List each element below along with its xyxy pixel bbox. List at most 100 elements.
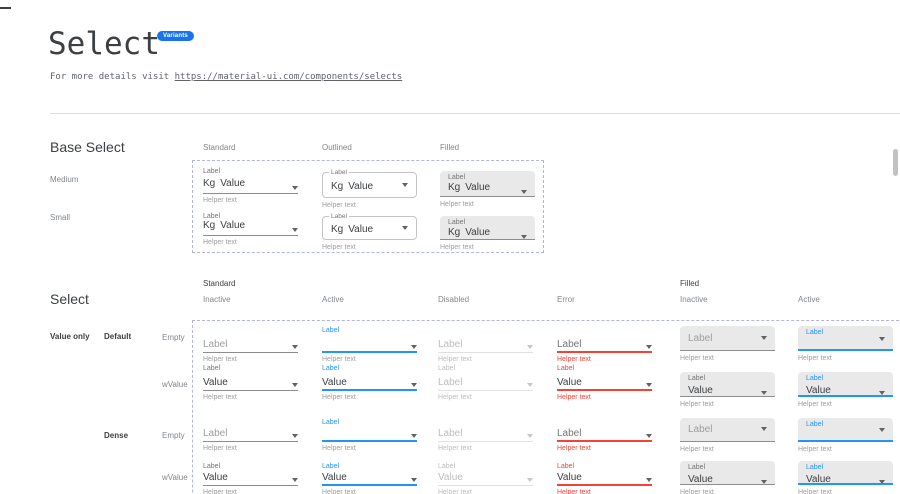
helper-text: Helper text — [203, 394, 298, 402]
select-control[interactable]: Label Value — [798, 372, 893, 397]
helper-text: Helper text — [440, 201, 535, 209]
dropdown-arrow-icon — [402, 183, 408, 187]
select-control[interactable]: Value — [557, 471, 652, 486]
select-control[interactable]: Label KgValue — [322, 172, 417, 198]
select-control: Value — [438, 471, 533, 486]
dropdown-arrow-icon — [292, 434, 298, 438]
rowlab-small: Small — [50, 213, 70, 222]
dropdown-arrow-icon — [879, 337, 885, 341]
filled-active-empty-default: Label Helper text — [798, 326, 893, 363]
dropdown-arrow-icon — [521, 235, 527, 239]
subtitle-text: For more details visit — [50, 72, 175, 82]
std-error-wvalue-dense: Label Value Helper text — [557, 462, 652, 494]
helper-text: Helper text — [798, 446, 893, 454]
select-value: Value — [203, 377, 228, 388]
helper-text: Helper text — [203, 489, 298, 494]
base-standard-small-select: Label KgValue Helper text — [203, 212, 298, 247]
select-control[interactable]: Label — [680, 326, 775, 351]
vertical-scrollbar[interactable] — [893, 149, 898, 176]
dropdown-arrow-icon — [527, 383, 533, 387]
rowlab-medium: Medium — [50, 175, 78, 184]
helper-text: Helper text — [798, 489, 893, 494]
dropdown-arrow-icon — [411, 383, 417, 387]
rowlab-empty-default: Empty — [162, 333, 185, 342]
helper-text: Helper text — [203, 197, 298, 205]
select-control[interactable]: Label — [798, 418, 893, 442]
dropdown-arrow-icon — [292, 345, 298, 349]
dropdown-arrow-icon — [879, 428, 885, 432]
filled-inactive-wvalue-dense: Label Value Helper text — [680, 461, 775, 494]
select-control[interactable]: Label — [557, 427, 652, 442]
select-control[interactable]: Value — [322, 373, 417, 391]
floating-label: Label — [806, 463, 885, 472]
select-value: Value — [557, 377, 582, 388]
dropdown-arrow-icon — [292, 383, 298, 387]
std-inactive-empty-default: Label Helper text — [203, 326, 298, 364]
dropdown-arrow-icon — [879, 480, 885, 484]
select-value: Value — [203, 472, 228, 483]
material-ui-link[interactable]: https://material-ui.com/components/selec… — [175, 72, 403, 82]
select-control[interactable]: Value — [557, 373, 652, 391]
base-outlined-small-select: Label KgValue Helper text — [322, 216, 417, 252]
select-control[interactable]: KgValue — [203, 176, 298, 194]
rowlab-empty-dense: Empty — [162, 431, 185, 440]
select-value: Value — [348, 224, 373, 235]
dropdown-arrow-icon — [521, 190, 527, 194]
select-control[interactable]: Value — [322, 471, 417, 486]
dropdown-arrow-icon — [292, 186, 298, 190]
floating-label: Label — [557, 462, 652, 471]
select-control[interactable] — [322, 335, 417, 353]
group-standard: Standard — [203, 279, 235, 288]
std-active-wvalue-default: Label Value Helper text — [322, 364, 417, 402]
floating-label: Label — [557, 364, 652, 373]
std-active-empty-dense: Label Helper text — [322, 418, 417, 453]
dropdown-arrow-icon — [411, 345, 417, 349]
select-control[interactable]: Label — [203, 427, 298, 442]
dropdown-arrow-icon — [527, 434, 533, 438]
select-control[interactable] — [322, 427, 417, 442]
select-placeholder: Label — [557, 339, 581, 350]
select-control[interactable]: Label KgValue — [440, 216, 535, 240]
select-control[interactable]: Value — [203, 373, 298, 391]
dropdown-arrow-icon — [527, 345, 533, 349]
select-value: Value — [806, 385, 831, 396]
rowlab-dense: Dense — [104, 431, 128, 440]
helper-text: Helper text — [322, 445, 417, 453]
select-control[interactable]: Label KgValue — [322, 216, 417, 240]
select-control: Label — [438, 427, 533, 442]
base-standard-medium-select: Label KgValue Helper text — [203, 167, 298, 205]
select-control[interactable]: Label — [557, 335, 652, 353]
select-control[interactable]: Label Value — [680, 461, 775, 485]
dropdown-arrow-icon — [646, 434, 652, 438]
rowlab-wvalue-dense: wValue — [162, 473, 188, 482]
floating-label: Label — [203, 462, 298, 471]
floating-label: Label — [322, 418, 417, 427]
adornment: Kg — [331, 181, 343, 192]
std-active-empty-default: Label Helper text — [322, 326, 417, 364]
select-control[interactable]: Label — [680, 418, 775, 442]
dropdown-arrow-icon — [402, 226, 408, 230]
floating-label: Label — [438, 364, 533, 373]
select-control[interactable]: Label KgValue — [440, 171, 535, 197]
select-heading: Select — [50, 291, 89, 307]
select-control[interactable]: Label Value — [680, 372, 775, 397]
select-control[interactable]: KgValue — [203, 221, 298, 236]
helper-text: Helper text — [322, 244, 417, 252]
std-active-wvalue-dense: Label Value Helper text — [322, 462, 417, 494]
helper-text: Helper text — [322, 394, 417, 402]
design-canvas: Select Variants For more details visit h… — [0, 0, 900, 494]
dropdown-arrow-icon — [411, 434, 417, 438]
select-control[interactable]: Value — [203, 471, 298, 486]
std-disabled-empty-default: Label Helper text — [438, 326, 533, 364]
select-control[interactable]: Label Value — [798, 461, 893, 485]
floating-label: Label — [322, 326, 417, 335]
helper-text: Helper text — [798, 401, 893, 409]
floating-label: Label — [806, 420, 885, 429]
std-inactive-wvalue-dense: Label Value Helper text — [203, 462, 298, 494]
variants-badge: Variants — [157, 31, 194, 41]
select-control[interactable]: Label — [798, 326, 893, 351]
helper-text: Helper text — [680, 355, 775, 363]
select-value: Value — [465, 182, 490, 193]
select-control[interactable]: Label — [203, 335, 298, 353]
colhead-filled-inactive: Inactive — [680, 295, 708, 304]
